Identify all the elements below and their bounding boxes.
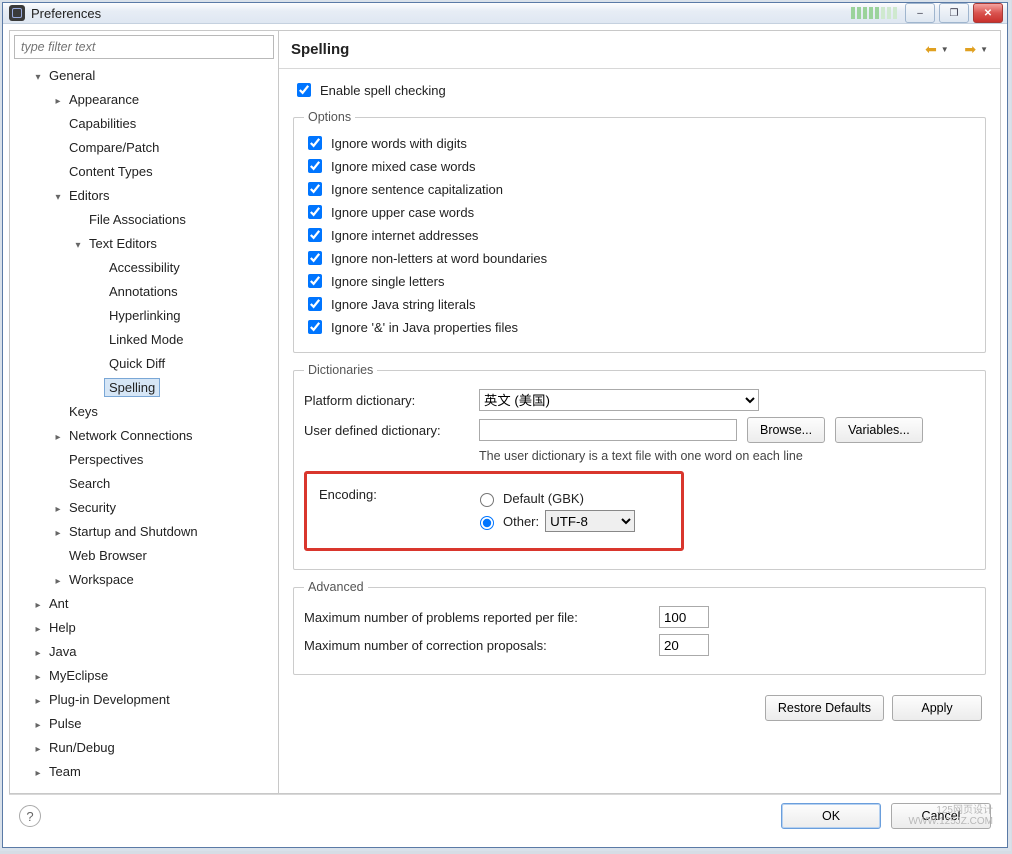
user-dict-label: User defined dictionary: bbox=[304, 423, 469, 438]
progress-indicator bbox=[851, 7, 897, 19]
minimize-button[interactable]: – bbox=[905, 3, 935, 23]
cancel-button[interactable]: Cancel bbox=[891, 803, 991, 829]
settings-content: Spelling ⬅ ▼ ➡ ▼ Enable spell checking Opt… bbox=[279, 30, 1001, 794]
encoding-label: Encoding: bbox=[319, 487, 469, 502]
tree-startup[interactable]: Startup and Shutdown bbox=[64, 522, 203, 541]
encoding-default-radio[interactable] bbox=[480, 493, 494, 507]
tree-security[interactable]: Security bbox=[64, 498, 121, 517]
user-dict-hint: The user dictionary is a text file with … bbox=[479, 449, 975, 463]
app-icon bbox=[9, 5, 25, 21]
options-group: Options Ignore words with digits Ignore … bbox=[293, 110, 986, 353]
encoding-highlight: Encoding: Default (GBK) Other: bbox=[304, 471, 684, 551]
tree-search[interactable]: Search bbox=[64, 474, 115, 493]
tree-hyperlinking[interactable]: Hyperlinking bbox=[104, 306, 186, 325]
preferences-tree[interactable]: ▾General ▸Appearance ·Capabilities ·Comp… bbox=[10, 63, 278, 793]
opt-amp-label: Ignore '&' in Java properties files bbox=[331, 320, 518, 335]
encoding-other-select[interactable]: UTF-8 bbox=[545, 510, 635, 532]
max-problems-input[interactable] bbox=[659, 606, 709, 628]
tree-text-editors[interactable]: Text Editors bbox=[84, 234, 162, 253]
opt-nonletters-checkbox[interactable] bbox=[308, 251, 322, 265]
opt-single-label: Ignore single letters bbox=[331, 274, 444, 289]
max-proposals-label: Maximum number of correction proposals: bbox=[304, 638, 649, 653]
filter-input[interactable] bbox=[14, 35, 274, 59]
restore-defaults-button[interactable]: Restore Defaults bbox=[765, 695, 884, 721]
opt-digits-label: Ignore words with digits bbox=[331, 136, 467, 151]
browse-button[interactable]: Browse... bbox=[747, 417, 825, 443]
forward-icon[interactable]: ➡ bbox=[964, 41, 976, 58]
variables-button[interactable]: Variables... bbox=[835, 417, 923, 443]
tree-java[interactable]: Java bbox=[44, 642, 81, 661]
dictionaries-legend: Dictionaries bbox=[304, 363, 377, 377]
tree-content-types[interactable]: Content Types bbox=[64, 162, 158, 181]
history-nav: ⬅ ▼ ➡ ▼ bbox=[925, 41, 988, 58]
opt-mixed-label: Ignore mixed case words bbox=[331, 159, 476, 174]
tree-annotations[interactable]: Annotations bbox=[104, 282, 183, 301]
opt-nonletters-label: Ignore non-letters at word boundaries bbox=[331, 251, 547, 266]
dictionaries-group: Dictionaries Platform dictionary: 英文 (美国… bbox=[293, 363, 986, 570]
maximize-button[interactable]: ❐ bbox=[939, 3, 969, 23]
nav-tree-panel: ▾General ▸Appearance ·Capabilities ·Comp… bbox=[9, 30, 279, 794]
opt-internet-label: Ignore internet addresses bbox=[331, 228, 478, 243]
tree-team[interactable]: Team bbox=[44, 762, 86, 781]
tree-help[interactable]: Help bbox=[44, 618, 81, 637]
opt-javastr-checkbox[interactable] bbox=[308, 297, 322, 311]
advanced-legend: Advanced bbox=[304, 580, 368, 594]
titlebar: Preferences – ❐ ✕ bbox=[3, 3, 1007, 24]
tree-ant[interactable]: Ant bbox=[44, 594, 74, 613]
tree-linked-mode[interactable]: Linked Mode bbox=[104, 330, 188, 349]
tree-general[interactable]: General bbox=[44, 66, 100, 85]
tree-myeclipse[interactable]: MyEclipse bbox=[44, 666, 113, 685]
page-title: Spelling bbox=[291, 41, 925, 58]
max-proposals-input[interactable] bbox=[659, 634, 709, 656]
back-menu-icon[interactable]: ▼ bbox=[941, 45, 949, 54]
tree-accessibility[interactable]: Accessibility bbox=[104, 258, 185, 277]
opt-upper-checkbox[interactable] bbox=[308, 205, 322, 219]
tree-editors[interactable]: Editors bbox=[64, 186, 114, 205]
encoding-default-label: Default (GBK) bbox=[503, 491, 584, 506]
user-dict-input[interactable] bbox=[479, 419, 737, 441]
tree-perspectives[interactable]: Perspectives bbox=[64, 450, 148, 469]
platform-dict-select[interactable]: 英文 (美国) bbox=[479, 389, 759, 411]
tree-web-browser[interactable]: Web Browser bbox=[64, 546, 152, 565]
opt-sentence-label: Ignore sentence capitalization bbox=[331, 182, 503, 197]
tree-quick-diff[interactable]: Quick Diff bbox=[104, 354, 170, 373]
forward-menu-icon[interactable]: ▼ bbox=[980, 45, 988, 54]
tree-keys[interactable]: Keys bbox=[64, 402, 103, 421]
tree-appearance[interactable]: Appearance bbox=[64, 90, 144, 109]
tree-run-debug[interactable]: Run/Debug bbox=[44, 738, 120, 757]
platform-dict-label: Platform dictionary: bbox=[304, 393, 469, 408]
dialog-footer: ? OK Cancel 125网页设计WWW.125JZ.COM bbox=[9, 795, 1001, 841]
opt-mixed-checkbox[interactable] bbox=[308, 159, 322, 173]
opt-internet-checkbox[interactable] bbox=[308, 228, 322, 242]
ok-button[interactable]: OK bbox=[781, 803, 881, 829]
tree-plugin-dev[interactable]: Plug-in Development bbox=[44, 690, 175, 709]
options-legend: Options bbox=[304, 110, 355, 124]
tree-compare-patch[interactable]: Compare/Patch bbox=[64, 138, 164, 157]
opt-javastr-label: Ignore Java string literals bbox=[331, 297, 476, 312]
tree-file-associations[interactable]: File Associations bbox=[84, 210, 191, 229]
back-icon[interactable]: ⬅ bbox=[925, 41, 937, 58]
opt-amp-checkbox[interactable] bbox=[308, 320, 322, 334]
opt-upper-label: Ignore upper case words bbox=[331, 205, 474, 220]
opt-digits-checkbox[interactable] bbox=[308, 136, 322, 150]
encoding-other-label: Other: bbox=[503, 514, 539, 529]
opt-single-checkbox[interactable] bbox=[308, 274, 322, 288]
help-icon[interactable]: ? bbox=[19, 805, 41, 827]
enable-spellcheck-checkbox[interactable] bbox=[297, 83, 311, 97]
enable-spellcheck-label: Enable spell checking bbox=[320, 83, 446, 98]
advanced-group: Advanced Maximum number of problems repo… bbox=[293, 580, 986, 675]
tree-spelling[interactable]: Spelling bbox=[104, 378, 160, 397]
tree-network[interactable]: Network Connections bbox=[64, 426, 198, 445]
encoding-other-radio[interactable] bbox=[480, 516, 494, 530]
max-problems-label: Maximum number of problems reported per … bbox=[304, 610, 649, 625]
apply-button[interactable]: Apply bbox=[892, 695, 982, 721]
window-title: Preferences bbox=[31, 6, 101, 21]
preferences-window: Preferences – ❐ ✕ ▾General ▸Appearance ·… bbox=[2, 2, 1008, 848]
opt-sentence-checkbox[interactable] bbox=[308, 182, 322, 196]
tree-pulse[interactable]: Pulse bbox=[44, 714, 87, 733]
tree-workspace[interactable]: Workspace bbox=[64, 570, 139, 589]
close-button[interactable]: ✕ bbox=[973, 3, 1003, 23]
tree-capabilities[interactable]: Capabilities bbox=[64, 114, 141, 133]
